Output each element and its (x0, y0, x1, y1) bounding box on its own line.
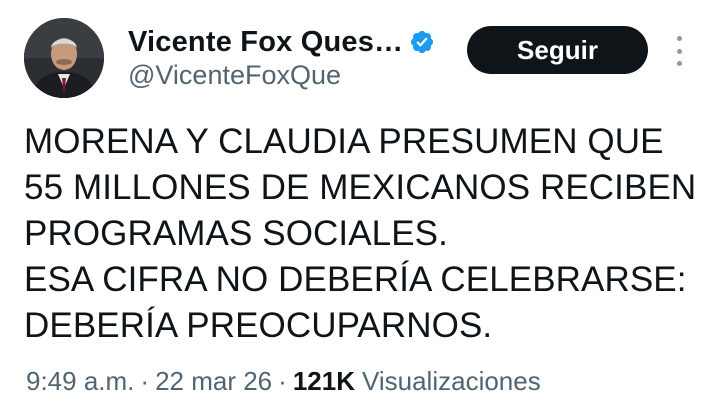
tweet-text-line: DEBERÍA PREOCUPARNOS. (24, 306, 493, 345)
author-name-row: Vicente Fox Ques… (128, 24, 435, 60)
views-label: Visualizaciones (361, 366, 541, 396)
tweet-metadata: 9:49 a.m. · 22 mar 26 · 121K Visualizaci… (26, 366, 541, 397)
tweet-card: Vicente Fox Ques… @VicenteFoxQue Seguir … (0, 0, 720, 415)
meta-separator: · (278, 366, 287, 396)
tweet-text-line: PROGRAMAS SOCIALES. (24, 214, 448, 253)
author-handle[interactable]: @VicenteFoxQue (128, 60, 341, 91)
more-options-icon[interactable] (672, 36, 686, 66)
tweet-text: MORENA Y CLAUDIA PRESUMEN QUE 55 MILLONE… (24, 119, 714, 349)
more-options-dot (676, 36, 682, 41)
tweet-text-line: 55 MILLONES DE MEXICANOS RECIBEN (24, 168, 697, 207)
tweet-time[interactable]: 9:49 a.m. (26, 366, 134, 397)
author-display-name[interactable]: Vicente Fox Ques… (128, 26, 403, 59)
avatar-photo (24, 18, 104, 98)
tweet-text-line: ESA CIFRA NO DEBERÍA CELEBRARSE: (24, 260, 687, 299)
avatar[interactable] (24, 18, 104, 98)
follow-button[interactable]: Seguir (467, 26, 648, 74)
views-count: 121K (292, 366, 355, 396)
more-options-dot (676, 48, 682, 54)
tweet-text-line: MORENA Y CLAUDIA PRESUMEN QUE (24, 122, 664, 161)
verified-badge-icon (409, 29, 435, 55)
more-options-dot (676, 61, 682, 66)
tweet-date[interactable]: 22 mar 26 (155, 366, 272, 397)
meta-separator: · (140, 366, 150, 396)
